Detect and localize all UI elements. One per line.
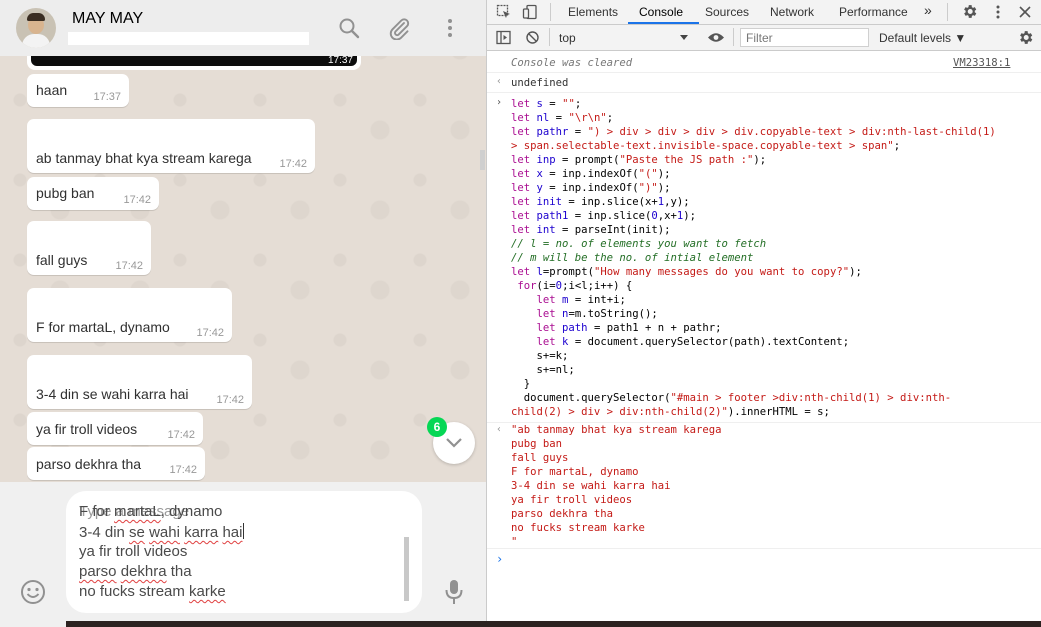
- console-output[interactable]: Console was cleared VM23318:1 ‹ undefine…: [487, 51, 1041, 627]
- attach-icon[interactable]: [387, 16, 411, 40]
- unread-badge: 6: [427, 417, 447, 437]
- message-bubble[interactable]: ya fir troll videos 17:42: [27, 412, 203, 445]
- result-arrow-icon: ‹: [496, 424, 503, 435]
- log-levels-dropdown[interactable]: Default levels ▼: [879, 31, 966, 45]
- more-tabs-icon[interactable]: »: [924, 2, 932, 18]
- gear-icon[interactable]: [961, 3, 978, 20]
- contact-status: [68, 32, 309, 45]
- compose-footer: Type a message F for martaL, dynamo 3-4 …: [0, 482, 486, 627]
- search-icon[interactable]: [337, 16, 361, 40]
- chat-header: MAY MAY: [0, 0, 486, 56]
- code-block[interactable]: let s = ""; let nl = "\r\n"; let pathr =…: [511, 97, 996, 419]
- chevron-down-icon[interactable]: [680, 35, 688, 40]
- context-selector[interactable]: top: [559, 31, 576, 45]
- message-bubble[interactable]: F for martaL, dynamo 17:42: [27, 288, 232, 342]
- console-result-string: ‹ "ab tanmay bhat kya stream karega pubg …: [487, 423, 1041, 549]
- input-arrow-icon: ›: [496, 97, 503, 108]
- emoji-icon[interactable]: [20, 579, 46, 605]
- console-cleared-text: Console was cleared: [511, 57, 633, 69]
- tab-performance[interactable]: Performance: [839, 5, 908, 19]
- prompt-caret-icon: ›: [496, 552, 504, 566]
- console-prompt[interactable]: ›: [487, 549, 1041, 573]
- compose-line: 3-4 din se wahi karra hai: [79, 523, 245, 541]
- message-bubble[interactable]: 3-4 din se wahi karra hai 17:42: [27, 355, 252, 409]
- device-toolbar-icon[interactable]: [522, 4, 538, 20]
- message-bubble[interactable]: ab tanmay bhat kya stream karega 17:42: [27, 119, 315, 173]
- clear-console-icon[interactable]: [525, 30, 540, 45]
- compose-scrollbar[interactable]: [404, 537, 409, 601]
- tab-network[interactable]: Network: [770, 5, 814, 19]
- inspect-element-icon[interactable]: [496, 4, 512, 20]
- console-toolbar: top Default levels ▼: [487, 25, 1041, 51]
- sidebar-toggle-icon[interactable]: [496, 30, 511, 45]
- devtools-pane: Elements Console Sources Network Perform…: [486, 0, 1041, 627]
- console-settings-icon[interactable]: [1017, 29, 1034, 46]
- window-edge: [66, 621, 1041, 627]
- compose-line: ya fir troll videos: [79, 543, 188, 560]
- microphone-icon[interactable]: [444, 579, 464, 605]
- message-bubble[interactable]: pubg ban 17:42: [27, 177, 159, 210]
- menu-icon[interactable]: [438, 16, 462, 40]
- message-bubble[interactable]: fall guys 17:42: [27, 221, 151, 275]
- tab-elements[interactable]: Elements: [568, 5, 618, 19]
- tab-sources[interactable]: Sources: [705, 5, 749, 19]
- result-arrow-icon: ‹: [496, 76, 503, 87]
- eye-icon[interactable]: [707, 31, 725, 44]
- compose-line: parso dekhra tha: [79, 563, 192, 580]
- more-options-icon[interactable]: [990, 4, 1006, 20]
- console-result: undefined: [511, 77, 569, 89]
- message-bubble[interactable]: haan 17:37: [27, 74, 129, 107]
- whatsapp-pane: MAY MAY 17:37 haan 17:37 ab tanmay bhat …: [0, 0, 486, 627]
- compose-line: F for martaL, dynamo: [79, 503, 223, 520]
- message-bubble[interactable]: parso dekhra tha 17:42: [27, 447, 205, 480]
- message-input[interactable]: Type a message F for martaL, dynamo 3-4 …: [66, 491, 422, 613]
- devtools-tabbar: Elements Console Sources Network Perform…: [487, 0, 1041, 25]
- source-link[interactable]: VM23318:1: [953, 56, 1010, 70]
- chevron-down-icon: [446, 438, 462, 448]
- console-input-echo: › let s = ""; let nl = "\r\n"; let pathr…: [487, 93, 1041, 423]
- console-message: Console was cleared VM23318:1: [487, 51, 1041, 73]
- message-list[interactable]: 17:37 haan 17:37 ab tanmay bhat kya stre…: [0, 56, 486, 482]
- console-message: ‹ undefined: [487, 73, 1041, 93]
- compose-line: no fucks stream karke: [79, 583, 226, 600]
- avatar[interactable]: [16, 8, 56, 48]
- contact-name[interactable]: MAY MAY: [72, 10, 143, 28]
- result-string[interactable]: "ab tanmay bhat kya stream karega pubg ba…: [511, 423, 721, 549]
- active-tab-indicator: [628, 22, 699, 24]
- close-icon[interactable]: [1018, 5, 1032, 19]
- tab-console[interactable]: Console: [639, 5, 683, 19]
- filter-input[interactable]: [740, 28, 869, 47]
- media-message[interactable]: 17:37: [27, 56, 361, 70]
